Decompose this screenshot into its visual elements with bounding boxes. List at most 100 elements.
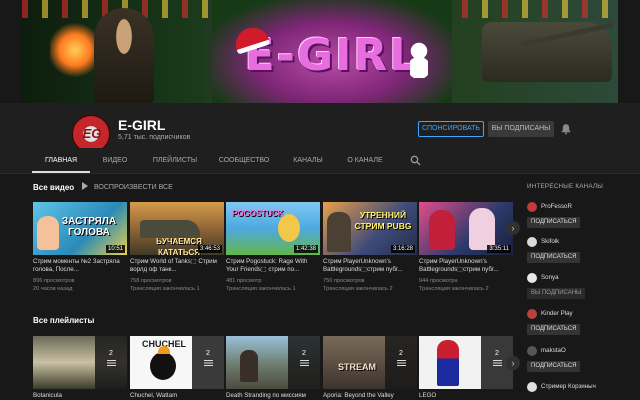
playlist-count: 2	[399, 350, 403, 357]
video-views: 758 просмотров	[130, 278, 172, 284]
playlist-count: 2	[109, 350, 113, 357]
video-duration: 1:42:38	[293, 245, 318, 253]
channel-avatar[interactable]	[527, 382, 537, 392]
playlist-count: 2	[206, 350, 210, 357]
video-card[interactable]: 3:35:11 Стрим PlayerUnknown's Battlegrou…	[419, 202, 513, 298]
playlist-count: 2	[495, 350, 499, 357]
playlist-card[interactable]: 2 LEGO	[419, 336, 513, 400]
subscribed-button[interactable]: ВЫ ПОДПИСАНЫ	[527, 288, 586, 299]
channel-name: E-GIRL	[118, 117, 166, 133]
playlist-icon	[492, 360, 502, 366]
playlist-card[interactable]: STREAM 2 Aporia: Beyond the Valley	[323, 336, 417, 400]
video-thumbnail[interactable]: УТРЕННИЙ СТРИМ PUBG 3:16:28	[323, 202, 417, 255]
video-card[interactable]: POGOSTUCK 1:42:38 Стрим Pogostuck: Rage …	[226, 202, 320, 298]
playlist-title[interactable]: Death Stranding по миссиям	[226, 392, 320, 399]
featured-channel-name[interactable]: Sonya	[541, 274, 559, 281]
subscribe-button[interactable]: ПОДПИСАТЬСЯ	[527, 217, 581, 228]
sponsor-button[interactable]: СПОНСИРОВАТЬ	[418, 121, 484, 137]
featured-channel[interactable]: Стример Корзиныч	[527, 382, 627, 398]
playlist-title[interactable]: Chuchel, Wattam	[130, 392, 224, 399]
playlist-title[interactable]: Botanicula	[33, 392, 127, 399]
featured-channels-sidebar: ИНТЕРЕСНЫЕ КАНАЛЫ ProFessoR ПОДПИСАТЬСЯ …	[524, 174, 628, 400]
subscribed-button[interactable]: ВЫ ПОДПИСАНЫ	[488, 121, 554, 137]
video-duration: 10:51	[105, 245, 125, 253]
video-card[interactable]: ЬУЧАЕМСЯ КАТАТЬСЯ 3:46:53 Стрим World of…	[130, 202, 224, 298]
featured-channel[interactable]: makstaO ПОДПИСАТЬСЯ	[527, 346, 627, 380]
video-thumbnail[interactable]: POGOSTUCK 1:42:38	[226, 202, 320, 255]
subscribe-button[interactable]: ПОДПИСАТЬСЯ	[527, 324, 581, 335]
play-all-button[interactable]: ВОСПРОИЗВЕСТИ ВСЕ	[82, 182, 173, 191]
video-thumbnail[interactable]: 3:35:11	[419, 202, 513, 255]
playlist-thumbnail[interactable]: 2	[419, 336, 513, 389]
subscriber-count: 5,71 тыс. подписчиков	[118, 134, 191, 141]
featured-channel-name[interactable]: Skifolk	[541, 238, 559, 245]
tab-community[interactable]: СООБЩЕСТВО	[214, 148, 274, 173]
playlist-title[interactable]: Aporia: Beyond the Valley	[323, 392, 417, 399]
tab-about[interactable]: О КАНАЛЕ	[340, 148, 390, 173]
bell-icon[interactable]	[560, 123, 572, 135]
featured-channel[interactable]: Skifolk ПОДПИСАТЬСЯ	[527, 237, 627, 271]
video-title[interactable]: Стрим PlayerUnknown's Battlegrounds⬚стри…	[323, 258, 417, 274]
section-title-videos: Все видео	[33, 183, 75, 192]
thumbnail-caption: ЗАСТРЯЛА ГОЛОВА	[61, 216, 117, 238]
video-thumbnail[interactable]: ЬУЧАЕМСЯ КАТАТЬСЯ 3:46:53	[130, 202, 224, 255]
thumbnail-caption: УТРЕННИЙ СТРИМ PUBG	[354, 210, 412, 231]
lego-figure-art	[437, 340, 459, 386]
next-arrow-button[interactable]: ›	[506, 221, 520, 235]
video-title[interactable]: Стрим PlayerUnknown's Battlegrounds⬚стри…	[419, 258, 513, 274]
video-title[interactable]: Стрим Pogostuck: Rage With Your Friends⬚…	[226, 258, 320, 274]
playlist-card[interactable]: 2 Death Stranding по миссиям	[226, 336, 320, 400]
play-icon	[82, 182, 88, 190]
search-icon[interactable]	[410, 155, 421, 166]
playlist-card[interactable]: CHUCHEL 2 Chuchel, Wattam	[130, 336, 224, 400]
featured-channel-name[interactable]: Стример Корзиныч	[541, 383, 596, 390]
playlist-thumbnail[interactable]: STREAM 2	[323, 336, 417, 389]
playlist-title[interactable]: LEGO	[419, 392, 513, 399]
video-title[interactable]: Стрим моменты №2 Застряла голова, После.…	[33, 258, 127, 274]
tab-home[interactable]: ГЛАВНАЯ	[32, 148, 90, 173]
video-thumbnail[interactable]: ЗАСТРЯЛА ГОЛОВА 10:51	[33, 202, 127, 255]
explosion-art	[50, 20, 100, 80]
playlist-thumbnail[interactable]: 2	[33, 336, 127, 389]
channel-avatar[interactable]	[527, 346, 537, 356]
playlist-thumbnail[interactable]: CHUCHEL 2	[130, 336, 224, 389]
channel-avatar[interactable]	[527, 202, 537, 212]
featured-channel[interactable]: Kinder Play ПОДПИСАТЬСЯ	[527, 309, 627, 343]
character-art	[278, 214, 300, 242]
video-age: Трансляция закончилась 1	[130, 286, 200, 292]
featured-channel[interactable]: ProFessoR ПОДПИСАТЬСЯ	[527, 202, 627, 236]
tab-channels[interactable]: КАНАЛЫ	[286, 148, 330, 173]
channel-avatar[interactable]	[527, 309, 537, 319]
video-views: 944 просмотра	[419, 278, 458, 284]
playlist-count-overlay: 2	[192, 336, 224, 389]
featured-channel-name[interactable]: ProFessoR	[541, 203, 572, 210]
featured-channel-name[interactable]: Kinder Play	[541, 310, 573, 317]
subscribe-button[interactable]: ПОДПИСАТЬСЯ	[527, 361, 581, 372]
playlist-count-overlay: 2	[288, 336, 320, 389]
playlist-thumbnail[interactable]: 2	[226, 336, 320, 389]
avatar-text: EG	[82, 126, 102, 141]
main-content: Все видео ВОСПРОИЗВЕСТИ ВСЕ ЗАСТРЯЛА ГОЛ…	[22, 174, 520, 400]
subscribe-button[interactable]: ПОДПИСАТЬСЯ	[527, 252, 581, 263]
video-card[interactable]: УТРЕННИЙ СТРИМ PUBG 3:16:28 Стрим Player…	[323, 202, 417, 298]
channel-avatar[interactable]	[527, 273, 537, 283]
tab-playlists[interactable]: ПЛЕЙЛИСТЫ	[148, 148, 202, 173]
next-arrow-button[interactable]: ›	[506, 356, 520, 370]
video-title[interactable]: Стрим World of Tanks⬚ Стрим ворлд оф тан…	[130, 258, 224, 274]
featured-channel-name[interactable]: makstaO	[541, 347, 566, 354]
tab-videos[interactable]: ВИДЕО	[96, 148, 134, 173]
video-age: Трансляция закончилась 1	[226, 286, 296, 292]
chuchel-art	[150, 352, 176, 380]
video-duration: 3:46:53	[197, 245, 222, 253]
sidebar-title: ИНТЕРЕСНЫЕ КАНАЛЫ	[527, 183, 603, 190]
featured-channel[interactable]: Sonya ВЫ ПОДПИСАНЫ	[527, 273, 627, 307]
playlist-icon	[106, 360, 116, 366]
playlist-icon	[396, 360, 406, 366]
playlist-count: 2	[302, 350, 306, 357]
channel-avatar[interactable]	[527, 237, 537, 247]
video-card[interactable]: ЗАСТРЯЛА ГОЛОВА 10:51 Стрим моменты №2 З…	[33, 202, 127, 298]
play-all-label: ВОСПРОИЗВЕСТИ ВСЕ	[94, 184, 173, 191]
playlist-count-overlay: 2	[95, 336, 127, 389]
playlist-card[interactable]: 2 Botanicula	[33, 336, 127, 400]
video-age: 20 часов назад	[33, 286, 73, 292]
